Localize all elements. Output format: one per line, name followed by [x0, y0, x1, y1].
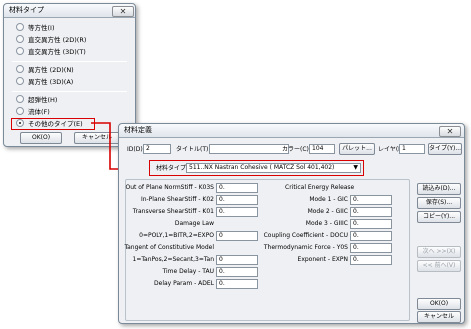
- giic-label: Mode 2 - GIIC: [307, 208, 348, 215]
- damage-law-field[interactable]: 0: [216, 231, 258, 241]
- radio-icon: [16, 47, 24, 55]
- save-button[interactable]: 保存(S)...: [417, 197, 461, 209]
- tangent-label: Tangent of Constitutive Model: [124, 244, 214, 251]
- separator: [12, 91, 127, 92]
- k02-field[interactable]: 0.: [216, 195, 258, 205]
- radio-label: 異方性 (2D)(N): [28, 66, 74, 74]
- radio-label: 等方性(I): [28, 24, 55, 32]
- radio-hyperelastic[interactable]: 超弾性(H): [16, 94, 57, 106]
- adel-field[interactable]: 0.: [216, 279, 258, 289]
- cancel-button[interactable]: キャンセル: [74, 132, 120, 144]
- ok-button[interactable]: OK(O): [20, 132, 62, 144]
- ok-button[interactable]: OK(O): [417, 298, 461, 310]
- palette-button[interactable]: パレット...: [339, 143, 375, 155]
- id-field[interactable]: 2: [143, 144, 171, 154]
- gic-label: Mode 1 - GIC: [309, 196, 348, 203]
- y0s-label: Thermodynamic Force - Y0S: [263, 244, 348, 251]
- radio-anisotropic-3d[interactable]: 異方性 (3D)(A): [16, 76, 73, 88]
- layer-field[interactable]: 1: [399, 144, 425, 154]
- radio-label: 超弾性(H): [28, 96, 58, 104]
- radio-fluid[interactable]: 流体(F): [16, 106, 50, 118]
- giiic-label: Mode 3 - GIIIC: [305, 220, 348, 227]
- radio-orthotropic-2d[interactable]: 直交異方性 (2D)(R): [16, 34, 86, 46]
- radio-icon: [16, 65, 24, 73]
- radio-orthotropic-3d[interactable]: 直交異方性 (3D)(T): [16, 46, 86, 58]
- close-button[interactable]: ✕: [439, 126, 461, 137]
- type-button[interactable]: タイプ(Y)...: [428, 143, 462, 155]
- color-label: カラー(C): [282, 146, 309, 153]
- radio-icon: [16, 95, 24, 103]
- load-button[interactable]: 読込み(D)...: [417, 183, 461, 195]
- material-type-dialog: 材料タイプ ✕ 等方性(I) 直交異方性 (2D)(R) 直交異方性 (3D)(…: [3, 3, 136, 147]
- radio-label: 異方性 (3D)(A): [28, 78, 74, 86]
- damage-law-option-label: 0=POLY,1=BITR,2=EXPO: [139, 232, 214, 239]
- radio-icon: [16, 77, 24, 85]
- docu-field[interactable]: 0.: [350, 231, 392, 241]
- radio-label: 直交異方性 (2D)(R): [28, 36, 87, 44]
- copy-button[interactable]: コピー(Y)...: [417, 211, 461, 223]
- expn-field[interactable]: 0.: [350, 255, 392, 265]
- expn-label: Exponent - EXPN: [297, 256, 348, 263]
- damage-law-label: Damage Law: [174, 220, 214, 227]
- radio-isotropic[interactable]: 等方性(I): [16, 22, 55, 34]
- docu-label: Coupling Coefficient - DOCU: [263, 232, 348, 239]
- k01-label: Transverse ShearStiff - K01: [132, 208, 214, 215]
- k02-label: In-Plane ShearStiff - K02: [140, 196, 214, 203]
- material-definition-dialog-title: 材料定義: [119, 124, 464, 138]
- giiic-field[interactable]: 0.: [350, 219, 392, 229]
- close-button[interactable]: ✕: [112, 6, 134, 17]
- radio-label: 直交異方性 (3D)(T): [28, 48, 86, 56]
- cancel-button[interactable]: キャンセル: [417, 311, 461, 323]
- tangent-option-label: 1=TanPos,2=Secant,3=Tan: [132, 256, 214, 263]
- highlight-box-other-type: [11, 118, 95, 130]
- title-field[interactable]: [209, 144, 289, 154]
- radio-label: 流体(F): [28, 108, 50, 116]
- tau-label: Time Delay - TAU: [162, 268, 214, 275]
- adel-label: Delay Param - ADEL: [154, 280, 214, 287]
- tau-field[interactable]: 0.: [216, 267, 258, 277]
- k03s-label: Out of Plane NormStiff - K03S: [125, 184, 214, 191]
- title-label: タイトル(T): [176, 146, 209, 153]
- y0s-field[interactable]: 0.: [350, 243, 392, 253]
- radio-anisotropic-2d[interactable]: 異方性 (2D)(N): [16, 64, 74, 76]
- next-button[interactable]: 次へ >>(X): [417, 246, 461, 258]
- gic-field[interactable]: 0.: [350, 195, 392, 205]
- k01-field[interactable]: 0.: [216, 207, 258, 217]
- highlight-box-material-type: [149, 160, 364, 176]
- separator: [12, 61, 127, 62]
- color-field[interactable]: 104: [309, 144, 335, 154]
- id-label: ID(D): [127, 146, 143, 153]
- radio-icon: [16, 107, 24, 115]
- radio-icon: [16, 23, 24, 31]
- giic-field[interactable]: 0.: [350, 207, 392, 217]
- k03s-field[interactable]: 0.: [216, 183, 258, 193]
- critical-energy-label: Critical Energy Release: [285, 184, 355, 191]
- prev-button[interactable]: << 前へ(V): [417, 260, 461, 272]
- radio-icon: [16, 35, 24, 43]
- tangent-field[interactable]: 0: [216, 255, 258, 265]
- material-definition-dialog: 材料定義 ✕ ID(D) 2 タイトル(T) カラー(C) 104 パレット..…: [118, 123, 465, 324]
